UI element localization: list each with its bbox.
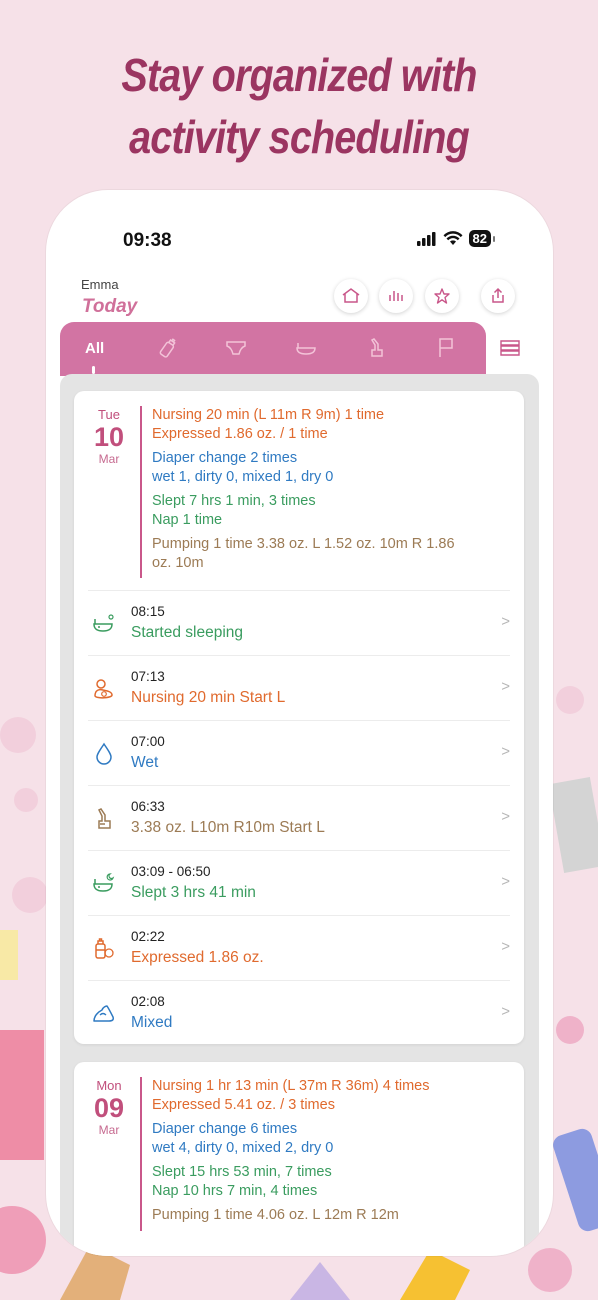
pump-icon xyxy=(97,808,111,829)
battery-icon xyxy=(493,235,495,242)
share-icon xyxy=(492,287,504,303)
home-button[interactable] xyxy=(334,279,368,313)
day-card-tue-10: Tue 10 Mar Nursing 20 min (L 11m R 9m) 1… xyxy=(74,391,524,1044)
chevron-right-icon: > xyxy=(501,873,510,890)
event-text: Nursing 20 min Start L xyxy=(131,689,286,706)
summary-line: Slept 15 hrs 53 min, 7 times xyxy=(152,1164,332,1180)
event-row[interactable]: 07:13 Nursing 20 min Start L > xyxy=(74,656,524,721)
summary-sleep: Slept 15 hrs 53 min, 7 times Nap 10 hrs … xyxy=(152,1163,510,1200)
summary-pumping: Pumping 1 time 3.38 oz. L 1.52 oz. 10m R… xyxy=(152,535,510,572)
chart-button[interactable] xyxy=(379,279,413,313)
summary-diaper: Diaper change 6 times wet 4, dirty 0, mi… xyxy=(152,1120,510,1157)
day-date: Tue 10 Mar xyxy=(74,407,144,467)
summary-line: Diaper change 2 times xyxy=(152,450,298,466)
cellular-signal-icon xyxy=(416,231,436,246)
tab-selected-indicator xyxy=(92,366,95,374)
event-time: 07:00 xyxy=(131,734,165,749)
summary-line: Nap 1 time xyxy=(152,511,223,528)
chevron-right-icon: > xyxy=(501,613,510,630)
day-summary[interactable]: Nursing 20 min (L 11m R 9m) 1 time Expre… xyxy=(140,406,510,578)
event-row[interactable]: 06:33 3.38 oz. L10m R10m Start L > xyxy=(74,786,524,851)
summary-line: Expressed 1.86 oz. / 1 time xyxy=(152,425,328,442)
day-of-week: Tue xyxy=(98,407,120,422)
headline-line-2: activity scheduling xyxy=(129,111,470,163)
drop-icon xyxy=(96,742,112,765)
headline: Stay organized with activity scheduling xyxy=(42,44,556,168)
event-time: 06:33 xyxy=(131,799,165,814)
home-icon xyxy=(342,288,360,303)
battery-level: 82 xyxy=(468,230,491,247)
summary-line: wet 4, dirty 0, mixed 2, dry 0 xyxy=(152,1139,334,1156)
event-text: Expressed 1.86 oz. xyxy=(131,949,264,966)
share-button[interactable] xyxy=(481,279,515,313)
tab-sleep-icon[interactable] xyxy=(294,336,318,360)
summary-line: Nursing 20 min (L 11m R 9m) 1 time xyxy=(152,407,385,423)
summary-feeding: Nursing 1 hr 13 min (L 37m R 36m) 4 time… xyxy=(152,1077,510,1114)
tab-diaper-icon[interactable] xyxy=(224,336,248,360)
headline-line-1: Stay organized with xyxy=(121,49,477,101)
favorites-button[interactable] xyxy=(425,279,459,313)
wifi-icon xyxy=(443,231,463,245)
day-card-mon-09: Mon 09 Mar Nursing 1 hr 13 min (L 37m R … xyxy=(74,1062,524,1256)
event-time: 02:08 xyxy=(131,994,165,1009)
summary-line: Expressed 5.41 oz. / 3 times xyxy=(152,1096,335,1113)
summary-line: oz. 10m xyxy=(152,554,204,571)
event-time: 08:15 xyxy=(131,604,165,619)
status-icons: 82 xyxy=(416,230,495,247)
chevron-right-icon: > xyxy=(501,1003,510,1020)
star-icon xyxy=(434,288,450,304)
event-text: Started sleeping xyxy=(131,624,244,641)
summary-line: Diaper change 6 times xyxy=(152,1121,298,1137)
summary-line: Nursing 1 hr 13 min (L 37m R 36m) 4 time… xyxy=(152,1078,430,1094)
event-time: 03:09 - 06:50 xyxy=(131,864,211,879)
event-row[interactable]: 02:08 Mixed > xyxy=(74,981,524,1046)
status-time: 09:38 xyxy=(123,230,172,251)
event-row[interactable]: 08:15 Started sleeping > xyxy=(74,591,524,656)
crib-moon-icon xyxy=(93,873,115,892)
summary-line: Pumping 1 time 3.38 oz. L 1.52 oz. 10m R… xyxy=(152,536,455,552)
chevron-right-icon: > xyxy=(501,678,510,695)
tab-all[interactable]: All xyxy=(85,340,104,357)
chevron-right-icon: > xyxy=(501,743,510,760)
chevron-right-icon: > xyxy=(501,808,510,825)
summary-sleep: Slept 7 hrs 1 min, 3 times Nap 1 time xyxy=(152,492,510,529)
event-time: 07:13 xyxy=(131,669,165,684)
event-time: 02:22 xyxy=(131,929,165,944)
event-row[interactable]: 02:22 Expressed 1.86 oz. > xyxy=(74,916,524,981)
summary-line: Nap 10 hrs 7 min, 4 times xyxy=(152,1182,318,1199)
user-name[interactable]: Emma xyxy=(81,277,119,292)
category-tab-bar: All xyxy=(60,322,486,376)
tab-bottle-icon[interactable] xyxy=(156,336,180,360)
event-text: 3.38 oz. L10m R10m Start L xyxy=(131,819,325,836)
chart-icon xyxy=(389,291,403,301)
event-text: Mixed xyxy=(131,1014,173,1031)
day-number: 09 xyxy=(93,1093,125,1123)
summary-line: wet 1, dirty 0, mixed 1, dry 0 xyxy=(152,468,334,485)
day-of-week: Mon xyxy=(96,1078,122,1093)
summary-line: Slept 7 hrs 1 min, 3 times xyxy=(152,493,316,509)
chevron-right-icon: > xyxy=(501,938,510,955)
tab-pump-icon[interactable] xyxy=(364,336,388,360)
day-month: Mar xyxy=(98,452,120,466)
nursing-icon xyxy=(94,679,113,699)
day-month: Mar xyxy=(98,1123,120,1137)
page-title: Today xyxy=(82,296,138,317)
summary-diaper: Diaper change 2 times wet 1, dirty 0, mi… xyxy=(152,449,510,486)
crib-sleep-icon xyxy=(93,614,114,632)
day-number: 10 xyxy=(93,422,125,452)
event-text: Slept 3 hrs 41 min xyxy=(131,884,256,901)
phone-frame: 09:38 82 Emma Today All Tue 10 Mar Nursi… xyxy=(46,190,553,1256)
summary-feeding: Nursing 20 min (L 11m R 9m) 1 time Expre… xyxy=(152,406,510,443)
summary-line: Pumping 1 time 4.06 oz. L 12m R 12m xyxy=(152,1207,399,1223)
day-summary[interactable]: Nursing 1 hr 13 min (L 37m R 36m) 4 time… xyxy=(140,1077,510,1231)
bottle-icon xyxy=(95,938,114,959)
event-row[interactable]: 07:00 Wet > xyxy=(74,721,524,786)
tab-flag-icon[interactable] xyxy=(434,336,458,360)
event-text: Wet xyxy=(131,754,159,771)
event-row[interactable]: 03:09 - 06:50 Slept 3 hrs 41 min > xyxy=(74,851,524,916)
poop-icon xyxy=(93,1005,114,1022)
list-menu-icon[interactable] xyxy=(498,336,522,360)
summary-pumping: Pumping 1 time 4.06 oz. L 12m R 12m xyxy=(152,1206,510,1225)
day-date: Mon 09 Mar xyxy=(74,1078,144,1138)
